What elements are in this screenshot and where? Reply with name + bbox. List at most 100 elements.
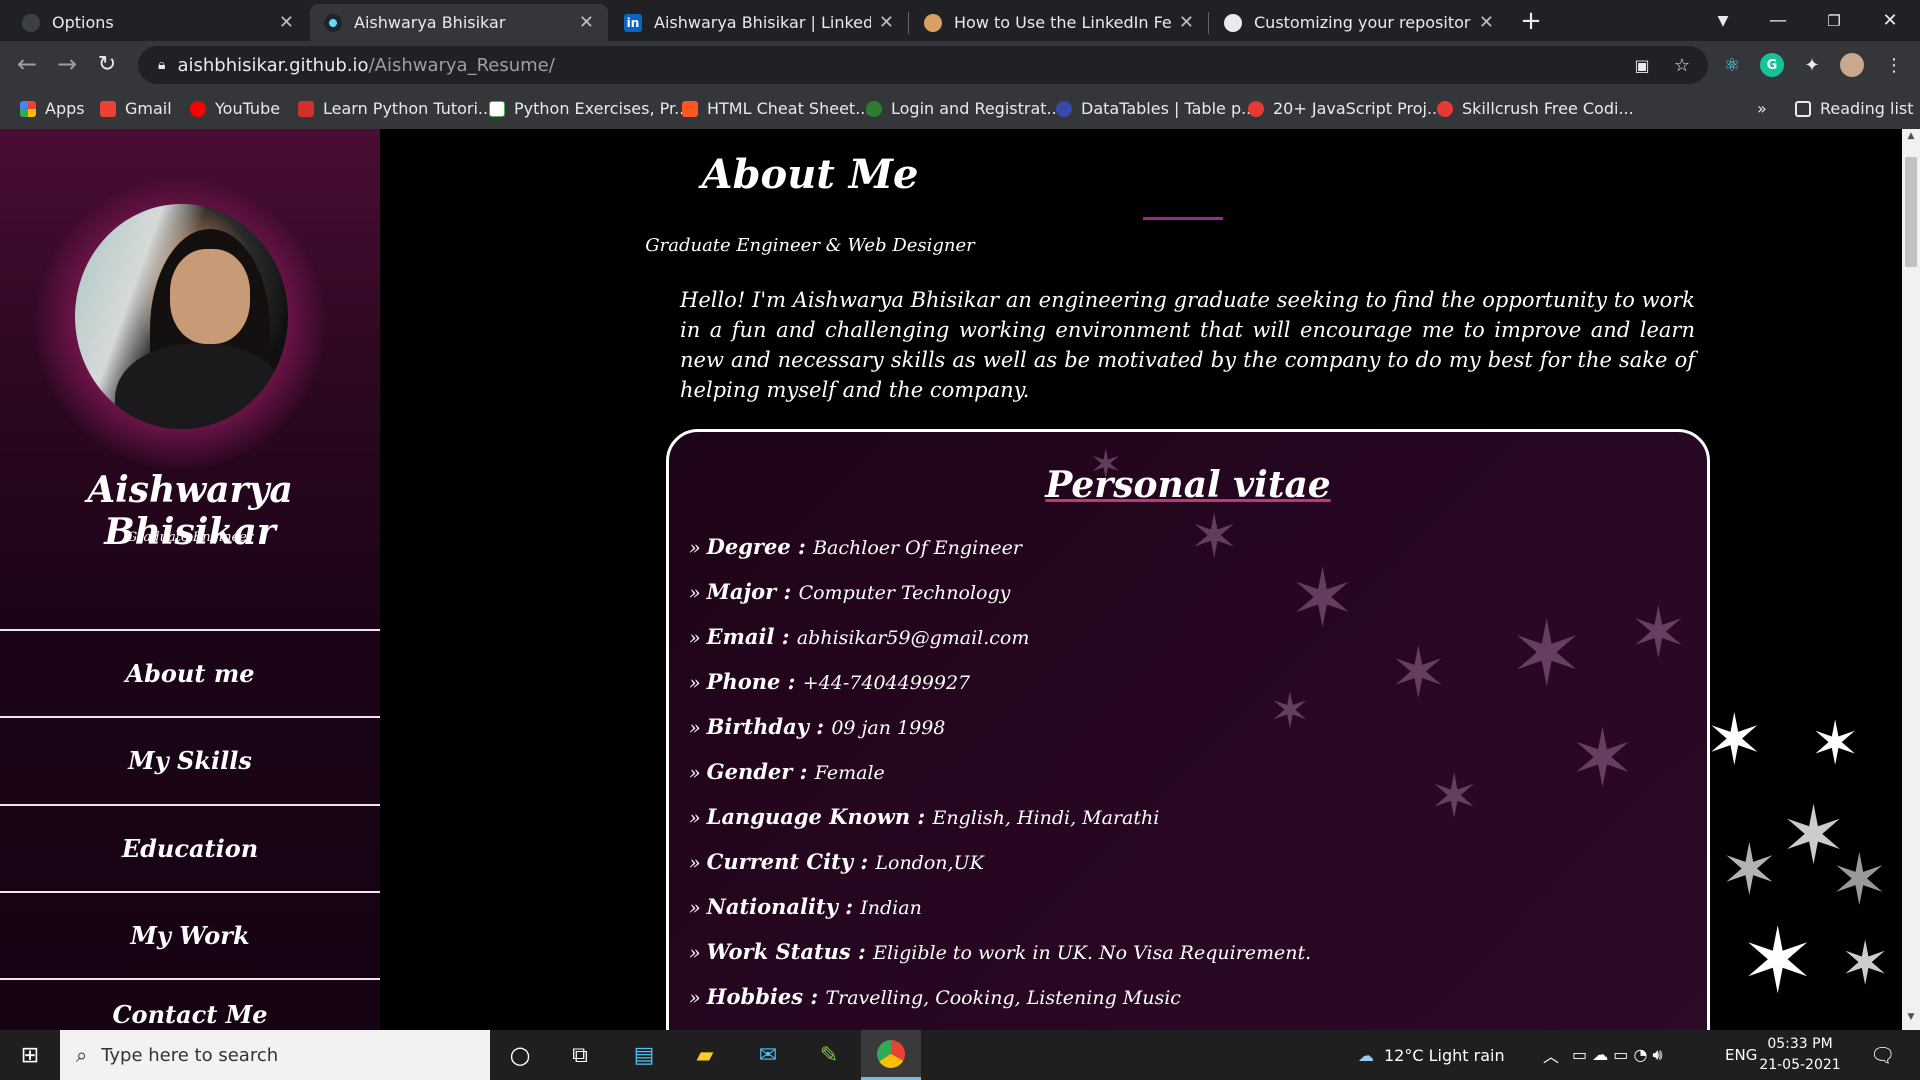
nav-education[interactable]: Education (0, 804, 380, 890)
nav-contact-me[interactable]: Contact Me (0, 978, 380, 1030)
nav-my-work[interactable]: My Work (0, 891, 380, 977)
extensions-puzzle-icon[interactable]: ✦ (1800, 53, 1824, 77)
notepad-icon[interactable]: ✎ (799, 1030, 859, 1080)
leaf-decoration-icon: ✶ (1509, 602, 1585, 707)
tab-search-icon[interactable]: ▼ (1695, 0, 1751, 41)
tab-title: Aishwarya Bhisikar (354, 13, 506, 32)
bookmark-skillcrush[interactable]: Skillcrush Free Codi... (1437, 88, 1634, 129)
tab-strip: Options ✕ Aishwarya Bhisikar ✕ in Aishwa… (0, 0, 1920, 41)
tab-separator (908, 12, 909, 34)
web-page: Aishwarya Bhisikar Graduate Engineer Abo… (0, 129, 1920, 1030)
restore-icon[interactable]: ❐ (1806, 0, 1862, 41)
mail-icon[interactable]: ✉ (738, 1030, 798, 1080)
bookmark-login-registration[interactable]: Login and Registrat... (866, 88, 1062, 129)
tab-favicon-icon (22, 13, 40, 32)
url-text: aishbhisikar.github.io/Aishwarya_Resume/ (177, 54, 555, 76)
bookmark-apps[interactable]: Apps (20, 88, 85, 129)
forward-arrow-icon[interactable]: → (48, 45, 86, 83)
github-icon (1224, 13, 1242, 32)
tab-title: Customizing your repository's so (1254, 13, 1471, 32)
vitae-row: » Nationality : Indian (689, 894, 922, 919)
bookmark-python-exercises[interactable]: Python Exercises, Pr... (489, 88, 689, 129)
about-intro-paragraph: Hello! I'm Aishwarya Bhisikar an enginee… (680, 288, 1695, 402)
close-icon[interactable]: ✕ (1479, 12, 1494, 33)
input-language[interactable]: ENG (1725, 1030, 1757, 1080)
scrollbar-thumb[interactable] (1905, 157, 1917, 267)
profile-avatar[interactable] (1840, 53, 1864, 77)
bookmark-star-icon[interactable]: ☆ (1670, 53, 1694, 77)
about-title: About Me (701, 151, 919, 198)
address-bar[interactable]: 🔒︎ aishbhisikar.github.io/Aishwarya_Resu… (138, 46, 1708, 84)
vitae-row: » Gender : Female (689, 759, 885, 784)
tab-title: Aishwarya Bhisikar | LinkedIn (654, 13, 871, 32)
close-icon[interactable]: ✕ (879, 12, 894, 33)
tab-linkedin[interactable]: in Aishwarya Bhisikar | LinkedIn ✕ (610, 4, 908, 41)
page-scrollbar[interactable]: ▲ ▼ (1902, 129, 1920, 1030)
reading-list-button[interactable]: Reading list (1795, 88, 1914, 129)
window-close-icon[interactable]: ✕ (1862, 0, 1918, 41)
leaf-decoration-icon: ✶ (1189, 502, 1240, 572)
bookmark-learn-python[interactable]: Learn Python Tutori... (298, 88, 493, 129)
bookmarks-overflow-button[interactable]: » (1757, 88, 1767, 129)
close-icon[interactable]: ✕ (279, 12, 294, 33)
leaf-decoration-icon: ✶ (1569, 712, 1637, 805)
leaf-decoration-icon: ✶ (1269, 682, 1311, 740)
white-leaf-decoration-icon: ✶ (1830, 839, 1889, 921)
tab-options[interactable]: Options ✕ (8, 4, 308, 41)
taskbar-clock[interactable]: 05:33 PM 21-05-2021 (1755, 1034, 1845, 1076)
leaf-icon (866, 100, 882, 117)
bookmark-gmail[interactable]: Gmail (100, 88, 172, 129)
install-app-icon[interactable]: ▣ (1630, 53, 1654, 77)
chrome-taskbar-icon[interactable] (861, 1030, 921, 1080)
close-icon[interactable]: ✕ (1179, 12, 1194, 33)
new-tab-plus-icon[interactable]: + (1505, 0, 1557, 41)
react-devtools-icon[interactable]: ⚛ (1720, 53, 1744, 77)
minimize-icon[interactable]: — (1750, 0, 1806, 41)
white-leaf-decoration-icon: ✶ (1705, 699, 1764, 781)
nav-about-me[interactable]: About me (0, 629, 380, 715)
vitae-row: » Current City : London,UK (689, 849, 984, 874)
windows-start-icon[interactable]: ⊞ (0, 1030, 60, 1080)
leaf-decoration-icon: ✶ (1389, 632, 1448, 714)
search-placeholder: Type here to search (101, 1044, 279, 1066)
apps-grid-icon (20, 100, 36, 117)
python-icon (298, 100, 314, 117)
bookmark-youtube[interactable]: YouTube (190, 88, 280, 129)
scroll-up-arrow-icon[interactable]: ▲ (1902, 131, 1920, 147)
reload-icon[interactable]: ↻ (88, 45, 126, 83)
white-leaf-decoration-icon: ✶ (1840, 929, 1891, 999)
tab-aishwarya-bhisikar[interactable]: Aishwarya Bhisikar ✕ (310, 4, 608, 41)
cortana-icon[interactable]: ○ (490, 1030, 550, 1080)
tab-title: Options (52, 13, 114, 32)
menu-kebab-icon[interactable]: ⋮ (1882, 53, 1906, 77)
leaf-decoration-icon: ✶ (1289, 552, 1357, 645)
back-arrow-icon[interactable]: ← (8, 45, 46, 83)
tab-linkedin-feature[interactable]: How to Use the LinkedIn Feature ✕ (910, 4, 1208, 41)
vitae-row: » Major : Computer Technology (689, 579, 1011, 604)
white-leaf-decoration-icon: ✶ (1810, 709, 1861, 779)
youtube-icon (190, 100, 206, 117)
weather-widget[interactable]: ☁ 12°C Light rain (1358, 1030, 1505, 1080)
network-app-icon[interactable]: ▤ (614, 1030, 674, 1080)
file-explorer-icon[interactable]: ▰ (675, 1030, 735, 1080)
tab-github[interactable]: Customizing your repository's so ✕ (1210, 4, 1508, 41)
vitae-title: Personal vitae (1045, 464, 1331, 506)
notifications-icon[interactable]: 🗨︎ (1870, 1030, 1895, 1080)
white-leaf-decoration-icon: ✶ (1720, 829, 1779, 911)
vitae-row: » Birthday : 09 jan 1998 (689, 714, 946, 739)
nav-my-skills[interactable]: My Skills (0, 716, 380, 802)
taskbar-search-box[interactable]: ⌕ Type here to search (60, 1030, 490, 1080)
show-hidden-icons-chevron-icon[interactable]: ︿ (1543, 1030, 1559, 1080)
task-view-icon[interactable]: ⧉ (550, 1030, 610, 1080)
close-icon[interactable]: ✕ (579, 12, 594, 33)
skillcrush-icon (1437, 100, 1453, 117)
bookmark-datatables[interactable]: DataTables | Table p... (1056, 88, 1256, 129)
bookmark-javascript-projects[interactable]: 20+ JavaScript Proj... (1248, 88, 1442, 129)
bookmark-html-cheat-sheet[interactable]: HTML Cheat Sheet... (682, 88, 870, 129)
scroll-down-arrow-icon[interactable]: ▼ (1902, 1012, 1920, 1028)
w3r-icon (489, 100, 505, 117)
bookmarks-bar: Apps Gmail YouTube Learn Python Tutori..… (0, 88, 1920, 129)
tab-separator (1208, 12, 1209, 34)
grammarly-icon[interactable]: G (1760, 53, 1784, 77)
system-tray-icons[interactable]: ▭ ☁ ▭ ◔ 🔊︎ (1572, 1030, 1663, 1080)
